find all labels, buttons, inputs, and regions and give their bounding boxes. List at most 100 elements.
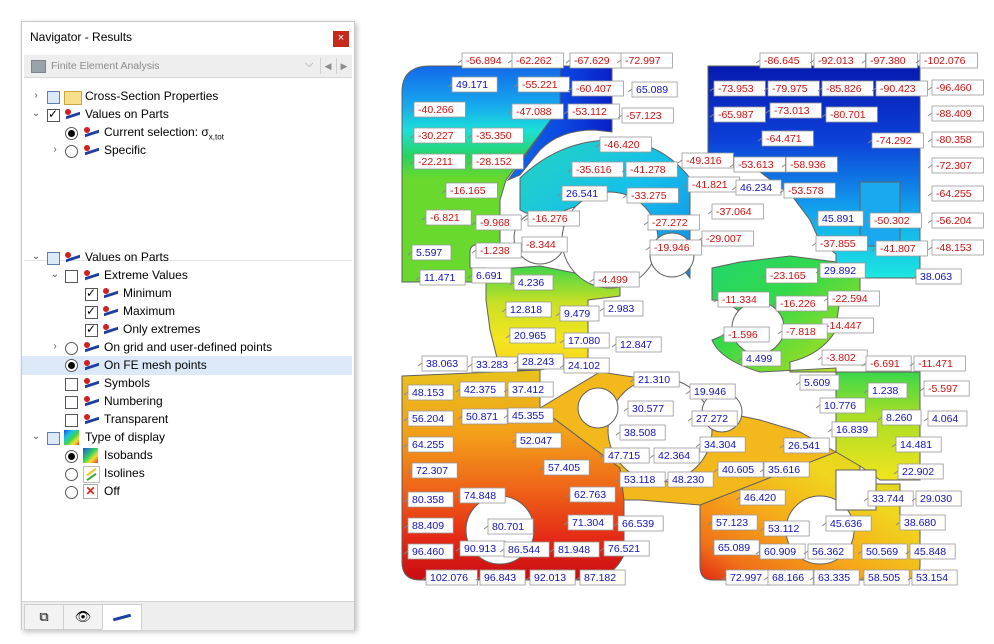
next-arrow-icon[interactable]: ▶ (336, 58, 351, 74)
label-value: 4.499 (746, 353, 772, 365)
result-value-label: -40.266 (409, 101, 466, 118)
module-dropdown-value: Finite Element Analysis (51, 60, 160, 72)
result-value-label: 88.409 (403, 517, 454, 534)
label-value: -53.112 (572, 106, 607, 118)
tree-item-on-fe-mesh-points[interactable]: On FE mesh points (22, 356, 352, 375)
leader-line (707, 210, 713, 215)
leader-line (599, 307, 605, 312)
result-value-label: -88.409 (927, 105, 984, 122)
label-value: -85.826 (826, 83, 862, 95)
tree-item-numbering[interactable]: Numbering (22, 393, 352, 411)
module-dropdown[interactable]: Finite Element Analysis ⌵ ◀ ▶ (24, 55, 352, 78)
label-value: -92.013 (818, 55, 854, 67)
result-value-label: -22.211 (409, 153, 466, 170)
result-value-label: -50.302 (865, 212, 922, 229)
label-value: -57.123 (626, 110, 662, 122)
tree-item-extreme-values[interactable]: ⌄ Extreme Values (22, 267, 352, 285)
result-value-label: -58.936 (781, 156, 838, 173)
results-tab-icon[interactable] (102, 604, 142, 630)
label-value: -29.007 (706, 233, 742, 245)
tree-item-isobands[interactable]: Isobands (22, 447, 352, 465)
tree-label: Type of display (85, 430, 166, 444)
tree-item-off[interactable]: ✕ Off (22, 483, 352, 501)
result-value-label: -29.007 (697, 230, 754, 247)
result-value-label: 57.405 (539, 459, 590, 476)
result-value-label: 33.744 (863, 490, 914, 507)
checkbox-values-on-parts[interactable] (47, 107, 60, 122)
tree-item-on-grid-points[interactable]: › On grid and user-defined points (22, 339, 352, 357)
result-value-label: 102.076 (421, 569, 478, 586)
radio-off[interactable] (65, 486, 78, 499)
label-value: 46.234 (740, 182, 772, 194)
tree-item-maximum[interactable]: Maximum (22, 303, 352, 321)
result-value-label: -64.255 (927, 185, 984, 202)
tree-item-values-on-parts[interactable]: ⌄ Values on Parts (22, 106, 352, 124)
radio-isolines[interactable] (65, 468, 78, 481)
label-value: -23.165 (770, 270, 806, 282)
label-value: 56.204 (412, 413, 444, 425)
chevron-down-icon[interactable]: ⌄ (31, 430, 41, 444)
label-value: -9.968 (480, 217, 510, 229)
chevron-right-icon[interactable]: › (31, 89, 41, 103)
tree-item-values-on-parts-2[interactable]: ⌄ Values on Parts (22, 249, 352, 267)
checkbox-symbols[interactable] (65, 378, 78, 391)
tree-item-isolines[interactable]: Isolines (22, 465, 352, 483)
tree-label: Transparent (104, 412, 169, 426)
result-value-label: -72.997 (616, 52, 673, 69)
checkbox-values-on-parts-2[interactable] (47, 252, 60, 265)
chevron-down-icon[interactable]: ⌄ (50, 268, 60, 282)
result-value-label: 42.375 (455, 381, 506, 398)
chevron-down-icon[interactable]: ⌵ (305, 58, 313, 71)
previous-arrow-icon[interactable]: ◀ (320, 58, 335, 74)
checkbox-maximum[interactable] (85, 304, 98, 319)
label-value: -33.275 (631, 190, 667, 202)
tree-item-transparent[interactable]: Transparent (22, 411, 352, 429)
checkbox-transparent[interactable] (65, 414, 78, 427)
result-value-label: 96.843 (475, 569, 526, 586)
checkbox-extreme-values[interactable] (65, 270, 78, 283)
result-value-label: -16.276 (523, 210, 580, 227)
label-value: -1.596 (728, 329, 758, 341)
result-value-label: -4.499 (589, 271, 640, 288)
chevron-right-icon[interactable]: › (50, 143, 60, 157)
tree-item-cross-section-properties[interactable]: › Cross-Section Properties (22, 88, 352, 106)
chevron-down-icon[interactable]: ⌄ (31, 107, 41, 121)
result-value-label: 66.539 (613, 515, 664, 532)
checkbox-type-of-display[interactable] (47, 432, 60, 445)
checkbox-only-extremes[interactable] (85, 322, 98, 337)
label-value: -40.266 (418, 104, 454, 116)
radio-isobands[interactable] (65, 450, 78, 463)
result-value-label: -28.152 (467, 153, 524, 170)
tree-item-specific[interactable]: › Specific (22, 142, 352, 160)
checkbox-minimum[interactable] (85, 286, 98, 301)
tree-item-current-selection[interactable]: Current selection: σx,tot (22, 124, 352, 142)
result-value-label: -5.597 (919, 380, 970, 397)
label-value: 12.818 (510, 304, 542, 316)
label-value: 29.892 (824, 265, 856, 277)
checkbox-numbering[interactable] (65, 396, 78, 409)
tree-item-symbols[interactable]: Symbols (22, 375, 352, 393)
radio-specific[interactable] (65, 145, 78, 158)
radio-on-fe-mesh-points[interactable] (65, 359, 78, 372)
radio-current-selection[interactable] (65, 127, 78, 140)
chevron-down-icon[interactable]: ⌄ (31, 250, 41, 264)
label-value: 21.310 (638, 374, 670, 386)
label-value: 29.030 (920, 493, 952, 505)
result-value-label: 53.154 (907, 569, 958, 586)
chevron-right-icon[interactable]: › (50, 340, 60, 354)
leader-line (927, 246, 933, 251)
checkbox-cross-section-properties[interactable] (47, 91, 60, 104)
radio-on-grid-points[interactable] (65, 342, 78, 355)
tree-item-minimum[interactable]: Minimum (22, 285, 352, 303)
results-view[interactable]: -56.894 -62.262 -67.629 -72.997 -86.645 -92.0… (355, 0, 994, 644)
close-icon[interactable]: × (333, 31, 349, 47)
tree-item-only-extremes[interactable]: Only extremes (22, 321, 352, 339)
label-value: -16.165 (450, 185, 486, 197)
tree-item-type-of-display[interactable]: ⌄ Type of display (22, 429, 352, 447)
data-tab-icon[interactable]: ⧉ (24, 604, 64, 630)
eye-icon[interactable]: 👁 (63, 604, 103, 630)
result-value-label: -64.471 (757, 130, 814, 147)
display-type-icon (64, 430, 79, 445)
tree-label: Symbols (104, 376, 151, 390)
label-value: 2.983 (608, 303, 634, 315)
